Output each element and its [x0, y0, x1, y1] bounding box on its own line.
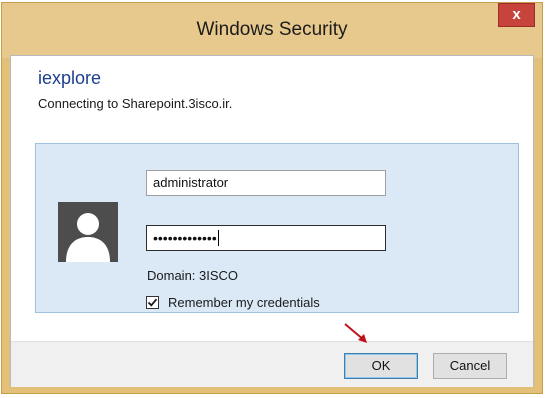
text-caret	[217, 230, 219, 246]
dialog-body: iexplore Connecting to Sharepoint.3isco.…	[10, 55, 534, 387]
window-title: Windows Security	[196, 19, 348, 40]
password-field[interactable]: •••••••••••••	[146, 225, 386, 251]
red-arrow-icon	[344, 323, 367, 343]
username-field[interactable]: administrator	[146, 170, 386, 196]
connection-message: Connecting to Sharepoint.3isco.ir.	[38, 96, 233, 111]
close-button[interactable]: x	[498, 3, 535, 27]
credential-tile[interactable]: administrator ••••••••••••• Domain: 3ISC…	[35, 143, 519, 313]
user-silhouette-icon	[58, 202, 118, 262]
username-value: administrator	[153, 175, 229, 190]
remember-label: Remember my credentials	[168, 294, 320, 310]
remember-checkbox[interactable]	[146, 295, 159, 309]
password-value: •••••••••••••	[153, 230, 217, 246]
ok-button[interactable]: OK	[344, 353, 418, 379]
cancel-button[interactable]: Cancel	[433, 353, 507, 379]
title-bar[interactable]: Windows Security x	[2, 3, 542, 58]
button-bar: OK Cancel	[11, 341, 533, 387]
close-icon: x	[512, 6, 521, 23]
app-name: iexplore	[38, 68, 102, 88]
check-icon	[147, 298, 158, 307]
remember-credentials[interactable]: Remember my credentials	[146, 293, 320, 311]
dialog-window: Windows Security x iexplore Connecting t…	[1, 2, 543, 394]
domain-label: Domain: 3ISCO	[147, 268, 239, 283]
